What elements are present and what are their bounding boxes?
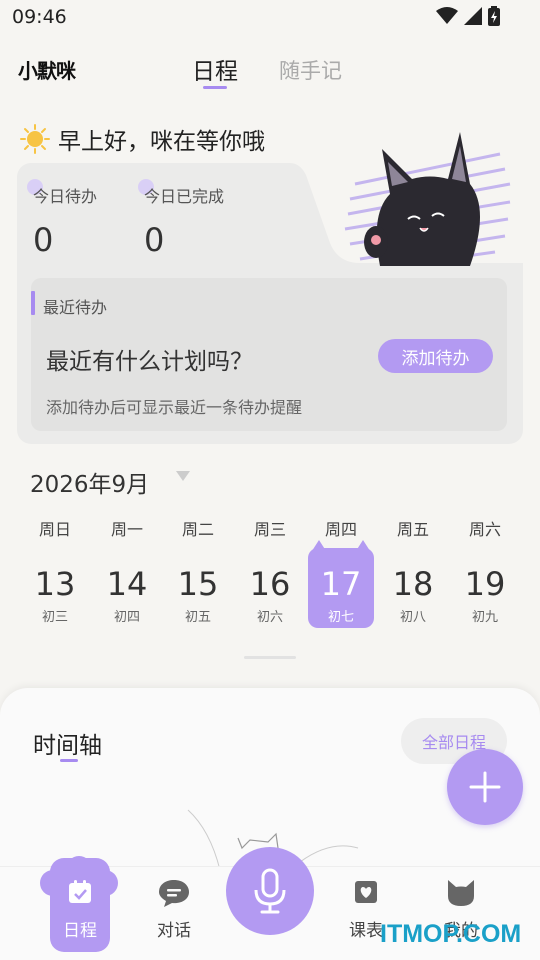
calendar-day[interactable]: 19 初九 [452,548,518,628]
calendar-day-selected[interactable]: 17 初七 [308,540,374,628]
stat-today-todo[interactable]: 今日待办 0 [27,179,98,259]
day-lunar: 初四 [113,610,140,625]
cat-ear-left [310,540,328,554]
recent-todo-label: 最近待办 [43,298,108,317]
add-todo-button[interactable]: 添加待办 [378,339,493,373]
signal-icon [464,7,482,25]
recent-todo-question: 最近有什么计划吗？ [46,349,253,375]
calendar-day[interactable]: 14 初四 [94,548,160,628]
timeline-title-underline [60,759,78,762]
nav-item-schedule[interactable]: 日程 [40,878,120,941]
dropdown-arrow-icon[interactable] [176,471,190,481]
tab-schedule[interactable]: 日程 [192,52,238,86]
calendar-day[interactable]: 18 初八 [380,548,446,628]
cat-ear-right [354,540,372,554]
day-number: 17 [320,565,362,603]
day-lunar: 初五 [184,610,211,625]
brand-logo: 小默咪 [18,59,76,83]
drag-handle[interactable] [244,656,296,659]
weekday-label: 周日 [38,520,71,539]
add-schedule-fab[interactable] [447,749,523,825]
day-lunar: 初三 [41,610,68,625]
course-icon [355,881,377,903]
watermark-text: ITMOP.COM [380,920,522,948]
plus-icon [469,771,501,803]
day-lunar: 初八 [399,610,426,625]
calendar-day[interactable]: 13 初三 [22,548,88,628]
day-number: 16 [249,565,291,603]
day-lunar: 初九 [471,610,498,625]
calendar-day[interactable]: 15 初五 [165,548,231,628]
active-tab-indicator [203,86,227,89]
tab-notes[interactable]: 随手记 [279,55,342,85]
stat-label: 今日待办 [33,187,98,206]
status-bar: 09:46 [0,0,540,36]
microphone-icon [254,868,286,914]
weekday-label: 周一 [110,520,143,539]
month-picker[interactable]: 2026年9月 [30,465,149,499]
stat-label: 今日已完成 [144,187,225,206]
day-number: 14 [106,565,148,603]
day-number: 19 [464,565,506,603]
weekday-label: 周二 [181,520,214,539]
status-icons [436,6,500,26]
weekday-label: 周五 [396,520,429,539]
nav-item-chat[interactable]: 对话 [134,878,214,941]
nav-label: 日程 [63,921,97,941]
chat-icon [159,880,189,907]
stat-value: 0 [144,221,165,259]
voice-input-button[interactable] [226,847,314,935]
battery-icon [488,6,500,26]
day-number: 15 [177,565,219,603]
cat-profile-icon [448,880,474,906]
calendar-day[interactable]: 16 初六 [237,548,303,628]
greeting: 早上好，咪在等你哦 [20,122,265,156]
recent-accent-bar [31,291,35,315]
greeting-text: 早上好，咪在等你哦 [58,129,265,155]
weekday-label: 周三 [253,520,286,539]
sun-icon [20,124,50,154]
recent-todo-hint: 添加待办后可显示最近一条待办提醒 [46,398,303,417]
stat-today-done[interactable]: 今日已完成 0 [138,179,225,259]
weekday-label: 周四 [324,520,357,539]
day-lunar: 初七 [327,610,354,625]
nav-label: 对话 [157,921,191,941]
status-time: 09:46 [12,6,67,28]
stat-value: 0 [33,221,54,259]
day-number: 13 [34,565,76,603]
weekday-label: 周六 [468,520,501,539]
calendar-icon [69,880,91,903]
black-cat-illustration [344,132,511,266]
day-lunar: 初六 [256,610,283,625]
wifi-icon [436,7,458,24]
day-number: 18 [392,565,434,603]
timeline-title: 时间轴 [33,733,102,759]
